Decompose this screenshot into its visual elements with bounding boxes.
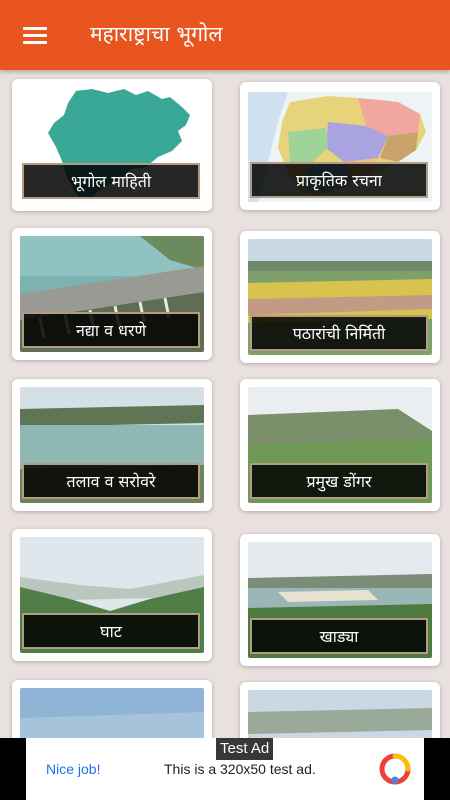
card-creeks[interactable]: खाड्या (240, 534, 440, 666)
card-label: भूगोल माहिती (22, 163, 200, 199)
card-label: प्रमुख डोंगर (250, 463, 428, 499)
card-major-hills[interactable]: प्रमुख डोंगर (240, 379, 440, 511)
ad-message: This is a 320x50 test ad. (164, 761, 316, 777)
card-partial-2[interactable] (240, 682, 440, 738)
sky-image (20, 688, 204, 738)
ad-content[interactable]: Test Ad Nice job! This is a 320x50 test … (26, 738, 424, 800)
card-lakes[interactable]: तलाव व सरोवरे (12, 379, 212, 511)
card-label: खाड्या (250, 618, 428, 654)
landscape-image (248, 690, 432, 738)
card-label: तलाव व सरोवरे (22, 463, 200, 499)
ad-banner[interactable]: Test Ad Nice job! This is a 320x50 test … (0, 738, 450, 800)
app-title: महाराष्ट्राचा भूगोल (90, 22, 223, 46)
card-label: प्राकृतिक रचना (250, 162, 428, 198)
admob-logo-icon (378, 752, 412, 786)
card-ghats[interactable]: घाट (12, 529, 212, 661)
card-label: नद्या व धरणे (22, 312, 200, 348)
ad-nice-text: Nice job! (46, 761, 101, 777)
card-physical-structure[interactable]: प्राकृतिक रचना (240, 82, 440, 210)
test-ad-badge: Test Ad (216, 738, 274, 760)
card-plateau-formation[interactable]: पठारांची निर्मिती (240, 231, 440, 363)
menu-icon[interactable] (12, 14, 58, 56)
card-geography-info[interactable]: भूगोल माहिती (12, 79, 212, 211)
card-partial-1[interactable] (12, 680, 212, 738)
topic-grid: भूगोल माहिती प्राकृतिक रचना नद्या व धरणे… (0, 70, 450, 738)
card-label: पठारांची निर्मिती (250, 315, 428, 351)
card-label: घाट (22, 613, 200, 649)
card-rivers-dams[interactable]: नद्या व धरणे (12, 228, 212, 360)
app-bar: महाराष्ट्राचा भूगोल (0, 0, 450, 70)
